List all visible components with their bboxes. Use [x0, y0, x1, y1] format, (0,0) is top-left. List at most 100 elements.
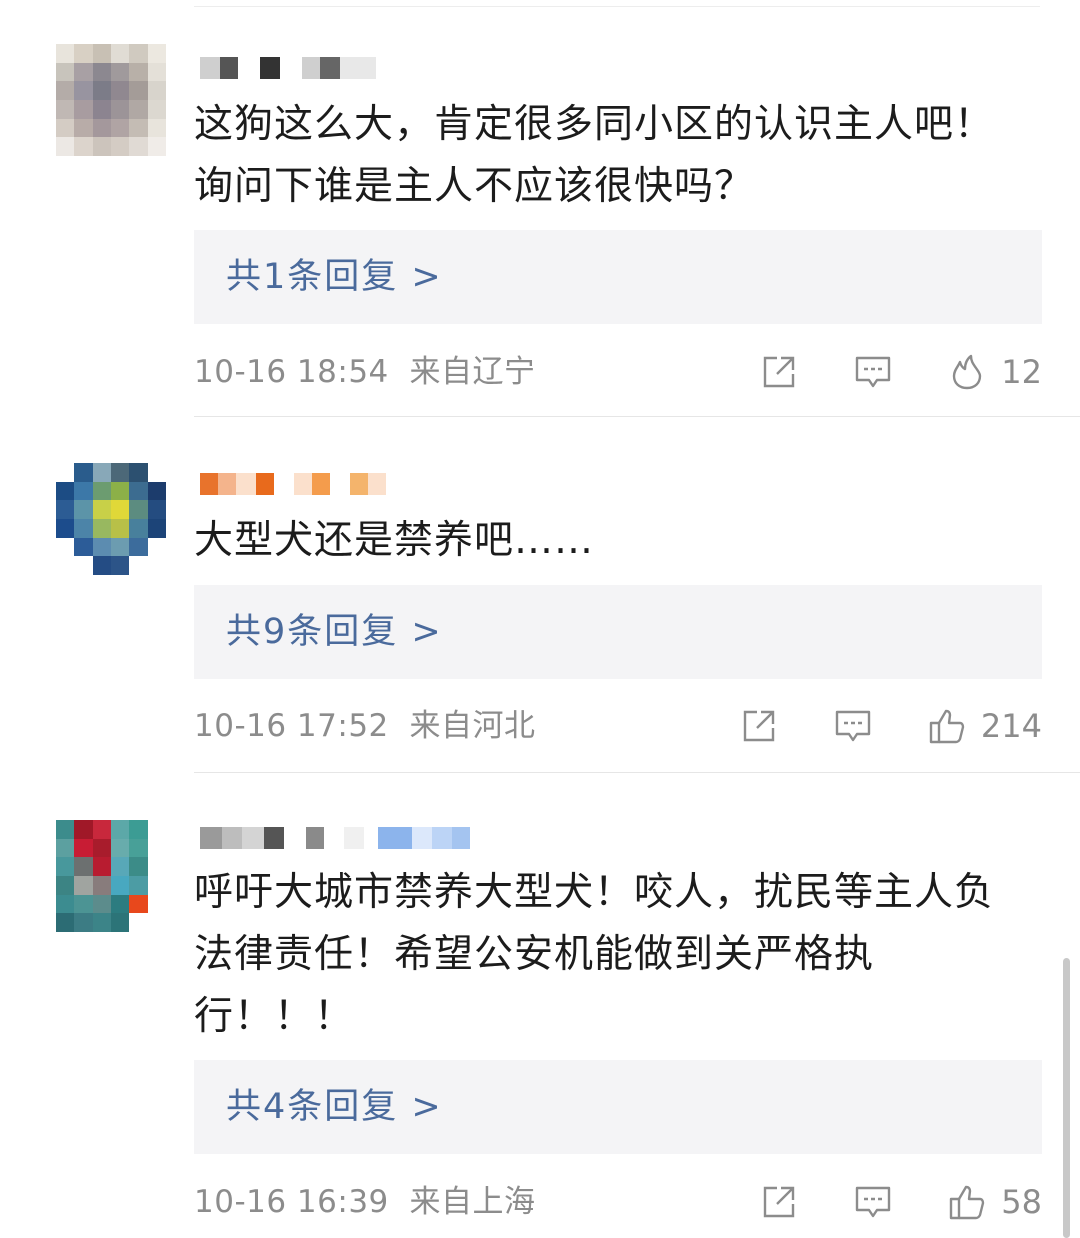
avatar-pixel	[147, 99, 166, 119]
avatar-pixel	[111, 81, 130, 100]
location: 来自辽宁	[409, 354, 536, 390]
avatar-pixel	[147, 556, 166, 575]
avatar-pixel	[129, 500, 148, 519]
comment-meta: 10-16 16:39 来自上海 58	[194, 1180, 1042, 1224]
location: 来自河北	[409, 708, 536, 744]
avatar-pixel	[111, 481, 130, 501]
avatar-pixel	[111, 99, 130, 119]
avatar-pixel	[129, 118, 148, 138]
share-icon[interactable]	[739, 706, 779, 746]
avatar-pixel	[111, 556, 130, 575]
avatar-pixel	[92, 556, 111, 575]
avatar-pixel	[147, 481, 166, 501]
thumbs-up-icon[interactable]	[947, 1182, 987, 1222]
avatar-pixel	[111, 875, 130, 895]
avatar-pixel	[74, 44, 93, 63]
avatar-pixel	[111, 913, 130, 932]
avatar-pixel	[147, 463, 166, 482]
avatar-pixel	[56, 62, 75, 82]
timestamp: 10-16 16:39	[194, 1184, 389, 1220]
avatar-pixel	[92, 118, 111, 138]
avatar-pixel	[111, 857, 130, 876]
avatar-pixel	[56, 463, 75, 482]
reply-summary[interactable]: 共4条回复 >	[194, 1060, 1042, 1154]
avatar-pixel	[129, 838, 148, 858]
scrollbar[interactable]	[1063, 958, 1070, 1238]
avatar-pixel	[56, 875, 75, 895]
avatar-pixel	[129, 99, 148, 119]
like-count: 12	[1001, 353, 1042, 391]
avatar-pixel	[92, 44, 111, 63]
avatar-pixel	[74, 81, 93, 100]
avatar-pixel	[111, 838, 130, 858]
timestamp: 10-16 17:52	[194, 708, 389, 744]
avatar-pixel	[56, 99, 75, 119]
avatar-pixel	[147, 518, 166, 538]
location: 来自上海	[409, 1184, 536, 1220]
comment-icon[interactable]	[853, 1182, 893, 1222]
avatar-pixel	[92, 463, 111, 482]
avatar-pixel	[56, 857, 75, 876]
avatar[interactable]	[56, 44, 166, 156]
reply-count-link[interactable]: 共9条回复 >	[226, 585, 443, 679]
avatar-pixel	[92, 62, 111, 82]
avatar-pixel	[129, 44, 148, 63]
avatar-pixel	[129, 537, 148, 557]
avatar-pixel	[56, 518, 75, 538]
fire-icon[interactable]	[947, 352, 987, 392]
avatar-pixel	[56, 556, 75, 575]
comment-icon[interactable]	[833, 706, 873, 746]
avatar-pixel	[56, 913, 75, 932]
avatar-pixel	[111, 518, 130, 538]
avatar-pixel	[92, 81, 111, 100]
avatar-pixel	[74, 875, 93, 895]
avatar-pixel	[129, 857, 148, 876]
share-icon[interactable]	[759, 352, 799, 392]
avatar-pixel	[129, 481, 148, 501]
avatar-pixel	[129, 81, 148, 100]
username-blurred[interactable]	[200, 48, 376, 88]
avatar-pixel	[111, 118, 130, 138]
reply-summary[interactable]: 共9条回复 >	[194, 585, 1042, 679]
avatar[interactable]	[56, 820, 166, 932]
avatar-pixel	[92, 481, 111, 501]
avatar-pixel	[129, 913, 148, 932]
avatar-pixel	[111, 894, 130, 914]
avatar-pixel	[56, 81, 75, 100]
avatar-pixel	[56, 537, 75, 557]
avatar-pixel	[129, 894, 148, 914]
share-icon[interactable]	[759, 1182, 799, 1222]
username-blurred[interactable]	[200, 818, 470, 858]
comment-text: 这狗这么大，肯定很多同小区的认识主人吧！ 询问下谁是主人不应该很快吗？	[194, 102, 995, 209]
avatar-pixel	[147, 500, 166, 519]
avatar-pixel	[111, 137, 130, 156]
reply-count-link[interactable]: 共4条回复 >	[226, 1060, 443, 1154]
avatar-pixel	[74, 913, 93, 932]
avatar-pixel	[129, 875, 148, 895]
avatar-pixel	[147, 537, 166, 557]
avatar[interactable]	[56, 463, 166, 575]
avatar-pixel	[74, 537, 93, 557]
avatar-pixel	[129, 463, 148, 482]
avatar-pixel	[129, 518, 148, 538]
avatar-pixel	[147, 44, 166, 63]
avatar-pixel	[111, 500, 130, 519]
avatar-pixel	[92, 838, 111, 858]
avatar-pixel	[74, 137, 93, 156]
avatar-pixel	[92, 500, 111, 519]
avatar-pixel	[92, 894, 111, 914]
reply-summary[interactable]: 共1条回复 >	[194, 230, 1042, 324]
username-blurred[interactable]	[200, 464, 386, 504]
thumbs-up-icon[interactable]	[927, 706, 967, 746]
avatar-pixel	[56, 137, 75, 156]
avatar-pixel	[92, 875, 111, 895]
avatar-pixel	[92, 537, 111, 557]
reply-count-link[interactable]: 共1条回复 >	[226, 230, 443, 324]
avatar-pixel	[74, 857, 93, 876]
avatar-pixel	[147, 820, 166, 839]
comment-icon[interactable]	[853, 352, 893, 392]
avatar-pixel	[129, 62, 148, 82]
avatar-pixel	[56, 838, 75, 858]
comment-text: 呼吁大城市禁养大型犬！咬人，扰民等主人负 法律责任！希望公安机能做到关严格执 行…	[194, 870, 995, 1039]
avatar-pixel	[92, 857, 111, 876]
